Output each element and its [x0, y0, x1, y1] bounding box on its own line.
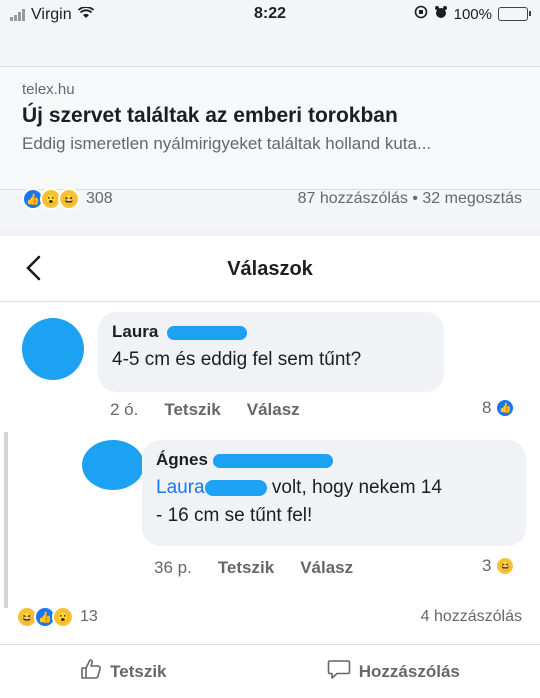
post-reactions[interactable]: 👍 😮 😆 308 — [22, 188, 113, 210]
comments-shares[interactable]: 87 hozzászólás • 32 megosztás — [298, 190, 522, 208]
footer-comment-count[interactable]: 4 hozzászólás — [421, 608, 522, 626]
reply-bubble: Ágnes Laura volt, hogy nekem 14 - 16 cm … — [142, 440, 526, 546]
comment-reactions[interactable]: 8 👍 — [482, 398, 516, 418]
comment-button[interactable]: Hozzászólás — [327, 658, 460, 685]
mention-link[interactable]: Laura — [156, 477, 205, 498]
like-button-label: Tetszik — [110, 661, 167, 681]
footer-reaction-count: 13 — [80, 608, 98, 625]
share-count: 32 megosztás — [422, 190, 522, 207]
thumbs-up-icon — [80, 658, 102, 685]
comment-button-label: Hozzászólás — [358, 661, 460, 681]
reply-reaction-count: 3 — [482, 556, 492, 575]
redaction-mark — [204, 479, 267, 496]
redaction-mark — [167, 325, 248, 340]
battery-percent: 100% — [453, 5, 492, 23]
reply-reply-button[interactable]: Válasz — [300, 558, 353, 578]
panel-header: Válaszok — [0, 236, 540, 302]
avatar[interactable] — [22, 318, 84, 380]
orientation-lock-icon — [414, 5, 428, 23]
reply-reactions[interactable]: 3 😆 — [482, 556, 516, 576]
reply-actions: 36 p. Tetszik Válasz — [154, 558, 353, 578]
footer-reactions[interactable]: 😆 👍 😮 13 — [16, 606, 98, 628]
reply-text-line2: - 16 cm se tűnt fel! — [156, 505, 313, 526]
footer-actions: Tetszik Hozzászólás — [0, 644, 540, 698]
comment-bubble: Laura 4-5 cm és eddig fel sem tűnt? — [98, 312, 444, 392]
haha-reaction-icon: 😆 — [58, 188, 80, 210]
alarm-icon — [434, 5, 448, 23]
status-bar: Virgin 8:22 100% — [0, 0, 540, 32]
comment-reply-button[interactable]: Válasz — [247, 400, 300, 420]
comment-like-button[interactable]: Tetszik — [164, 400, 220, 420]
post-stats: 👍 😮 😆 308 87 hozzászólás • 32 megosztás — [22, 188, 522, 210]
stats-separator: • — [412, 190, 418, 207]
link-domain: telex.hu — [22, 81, 75, 98]
reply-text: Laura volt, hogy nekem 14 - 16 cm se tűn… — [156, 474, 512, 530]
link-title: Új szervet találtak az emberi torokban — [22, 104, 398, 127]
status-right: 100% — [414, 5, 531, 23]
comment-reaction-count: 8 — [482, 398, 492, 417]
link-preview[interactable]: telex.hu Új szervet találtak az emberi t… — [0, 66, 540, 190]
thread-line — [4, 432, 8, 608]
reply-author[interactable]: Ágnes — [156, 450, 512, 470]
comment-count: 87 hozzászólás — [297, 190, 408, 207]
comment-icon — [327, 658, 351, 685]
like-button[interactable]: Tetszik — [80, 658, 167, 685]
comment-text: 4-5 cm és eddig fel sem tűnt? — [112, 349, 362, 370]
avatar[interactable] — [82, 440, 144, 490]
battery-icon — [498, 7, 531, 21]
haha-reaction-icon: 😆 — [495, 556, 516, 576]
reaction-count: 308 — [86, 190, 113, 207]
comment-actions: 2 ó. Tetszik Válasz — [110, 400, 300, 420]
comment-time[interactable]: 2 ó. — [110, 400, 138, 420]
link-description: Eddig ismeretlen nyálmirigyeket találtak… — [22, 134, 432, 153]
panel-title: Válaszok — [227, 258, 313, 280]
wow-reaction-icon: 😮 — [52, 606, 74, 628]
footer-stats: 😆 👍 😮 13 4 hozzászólás — [16, 606, 522, 628]
reply-author-name: Ágnes — [156, 450, 208, 469]
reply-text-line1: volt, hogy nekem 14 — [266, 477, 442, 498]
comment-author[interactable]: Laura — [112, 322, 430, 342]
reply-time[interactable]: 36 p. — [154, 558, 192, 578]
like-reaction-icon: 👍 — [495, 398, 516, 418]
post-card: telex.hu Új szervet találtak az emberi t… — [0, 32, 540, 230]
reply-like-button[interactable]: Tetszik — [218, 558, 274, 578]
redaction-mark — [212, 453, 333, 468]
comment-author-name: Laura — [112, 322, 159, 341]
